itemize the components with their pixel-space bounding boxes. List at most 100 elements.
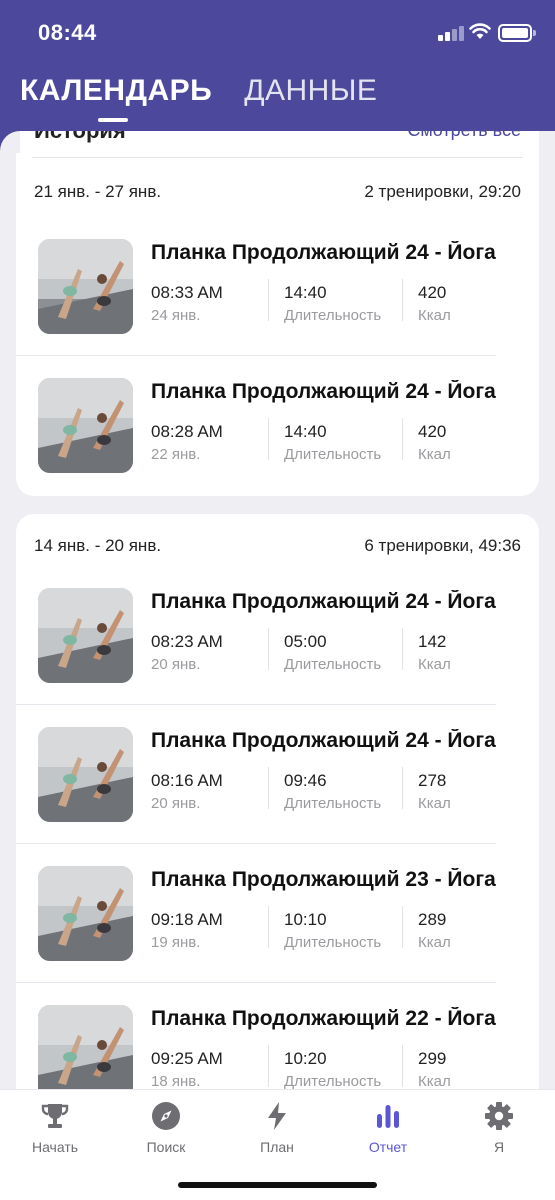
- active-tab-indicator: [98, 118, 128, 122]
- workout-title: Планка Продолжающий 24 - Йога: [151, 241, 496, 264]
- workout-item[interactable]: Планка Продолжающий 24 - Йога 08:16 AM 2…: [16, 705, 539, 844]
- tabbar-item-me[interactable]: Я: [449, 1100, 549, 1155]
- bar-chart-icon: [377, 1105, 399, 1128]
- stat-divider: [402, 767, 403, 809]
- workout-item[interactable]: Планка Продолжающий 23 - Йога 09:18 AM 1…: [16, 844, 539, 983]
- workout-time: 09:18 AM: [151, 910, 223, 929]
- workout-date: 20 янв.: [151, 656, 201, 673]
- workout-duration: 05:00 Длительность: [284, 632, 381, 673]
- workout-item[interactable]: Планка Продолжающий 24 - Йога 08:28 AM 2…: [16, 356, 539, 495]
- workout-start: 09:25 AM 18 янв.: [151, 1049, 223, 1090]
- duration-value: 14:40: [284, 422, 327, 441]
- tabbar-label: Начать: [31, 1139, 79, 1155]
- workout-thumbnail: [38, 1005, 133, 1100]
- home-indicator[interactable]: [178, 1182, 377, 1188]
- header-curve: [0, 131, 20, 153]
- workout-kcal: 142 Ккал: [418, 632, 451, 673]
- tabbar-label: Поиск: [146, 1139, 186, 1155]
- workout-title: Планка Продолжающий 24 - Йога: [151, 729, 496, 752]
- workout-kcal: 289 Ккал: [418, 910, 451, 951]
- app-header: 08:44 КАЛЕНДАРЬ ДАННЫЕ: [0, 0, 555, 131]
- workout-time: 08:33 AM: [151, 283, 223, 302]
- workout-date: 19 янв.: [151, 934, 201, 951]
- kcal-label: Ккал: [418, 656, 451, 673]
- duration-label: Длительность: [284, 1073, 382, 1090]
- workout-time: 08:28 AM: [151, 422, 223, 441]
- segment-tabs: КАЛЕНДАРЬ ДАННЫЕ: [20, 74, 377, 108]
- duration-value: 10:10: [284, 910, 327, 929]
- workout-title: Планка Продолжающий 23 - Йога: [151, 868, 496, 891]
- duration-value: 14:40: [284, 283, 327, 302]
- kcal-label: Ккал: [418, 446, 451, 463]
- divider: [32, 157, 523, 158]
- stat-divider: [268, 628, 269, 670]
- duration-label: Длительность: [284, 307, 382, 324]
- week-header: 21 янв. - 27 янв. 2 тренировки, 29:20: [16, 172, 539, 212]
- workout-thumbnail: [38, 727, 133, 822]
- workout-date: 22 янв.: [151, 446, 201, 463]
- content-scroll[interactable]: История Смотреть все 21 янв. - 27 янв. 2…: [0, 0, 555, 1200]
- workout-duration: 10:10 Длительность: [284, 910, 381, 951]
- stat-divider: [268, 418, 269, 460]
- kcal-label: Ккал: [418, 795, 451, 812]
- kcal-label: Ккал: [418, 934, 451, 951]
- history-card-week-1: История Смотреть все 21 янв. - 27 янв. 2…: [16, 100, 539, 496]
- tabbar-item-plan[interactable]: План: [227, 1100, 327, 1155]
- workout-thumbnail: [38, 378, 133, 473]
- stat-divider: [402, 1045, 403, 1087]
- duration-value: 05:00: [284, 632, 327, 651]
- workout-title: Планка Продолжающий 24 - Йога: [151, 380, 496, 403]
- battery-icon: [498, 24, 536, 42]
- kcal-label: Ккал: [418, 1073, 451, 1090]
- kcal-label: Ккал: [418, 307, 451, 324]
- workout-time: 09:25 AM: [151, 1049, 223, 1068]
- compass-icon: [152, 1102, 180, 1130]
- tabbar-label: Отчет: [368, 1139, 408, 1155]
- lightning-icon: [268, 1102, 286, 1130]
- tabbar-label: Я: [493, 1139, 505, 1155]
- gear-icon: [485, 1102, 513, 1130]
- duration-label: Длительность: [284, 934, 382, 951]
- tabbar-item-start[interactable]: Начать: [5, 1100, 105, 1155]
- workout-duration: 14:40 Длительность: [284, 283, 381, 324]
- status-bar: 08:44: [0, 0, 555, 66]
- week-summary: 6 тренировки, 49:36: [364, 536, 521, 555]
- kcal-value: 289: [418, 910, 447, 929]
- week-range: 14 янв. - 20 янв.: [34, 536, 162, 555]
- wifi-icon: [469, 23, 491, 39]
- tabbar-item-report[interactable]: Отчет: [338, 1100, 438, 1155]
- duration-label: Длительность: [284, 446, 382, 463]
- tab-data[interactable]: ДАННЫЕ: [244, 74, 377, 108]
- week-header: 14 янв. - 20 янв. 6 тренировки, 49:36: [16, 526, 539, 566]
- stat-divider: [268, 906, 269, 948]
- workout-thumbnail: [38, 239, 133, 334]
- workout-date: 20 янв.: [151, 795, 201, 812]
- stat-divider: [268, 279, 269, 321]
- workout-start: 08:16 AM 20 янв.: [151, 771, 223, 812]
- workout-start: 08:28 AM 22 янв.: [151, 422, 223, 463]
- duration-label: Длительность: [284, 795, 382, 812]
- workout-time: 08:23 AM: [151, 632, 223, 651]
- workout-item[interactable]: Планка Продолжающий 24 - Йога 08:23 AM 2…: [16, 566, 539, 705]
- kcal-value: 142: [418, 632, 447, 651]
- stat-divider: [268, 767, 269, 809]
- workout-kcal: 420 Ккал: [418, 283, 451, 324]
- workout-start: 09:18 AM 19 янв.: [151, 910, 223, 951]
- status-time: 08:44: [38, 20, 97, 45]
- workout-item[interactable]: Планка Продолжающий 24 - Йога 08:33 AM 2…: [16, 217, 539, 356]
- workout-start: 08:33 AM 24 янв.: [151, 283, 223, 324]
- kcal-value: 420: [418, 422, 447, 441]
- tabbar-item-search[interactable]: Поиск: [116, 1100, 216, 1155]
- duration-value: 09:46: [284, 771, 327, 790]
- workout-kcal: 299 Ккал: [418, 1049, 451, 1090]
- workout-duration: 10:20 Длительность: [284, 1049, 381, 1090]
- duration-value: 10:20: [284, 1049, 327, 1068]
- cellular-signal-icon: [438, 25, 464, 41]
- workout-kcal: 278 Ккал: [418, 771, 451, 812]
- stat-divider: [402, 628, 403, 670]
- duration-label: Длительность: [284, 656, 382, 673]
- stat-divider: [268, 1045, 269, 1087]
- workout-title: Планка Продолжающий 24 - Йога: [151, 590, 496, 613]
- kcal-value: 420: [418, 283, 447, 302]
- tab-calendar[interactable]: КАЛЕНДАРЬ: [20, 74, 212, 108]
